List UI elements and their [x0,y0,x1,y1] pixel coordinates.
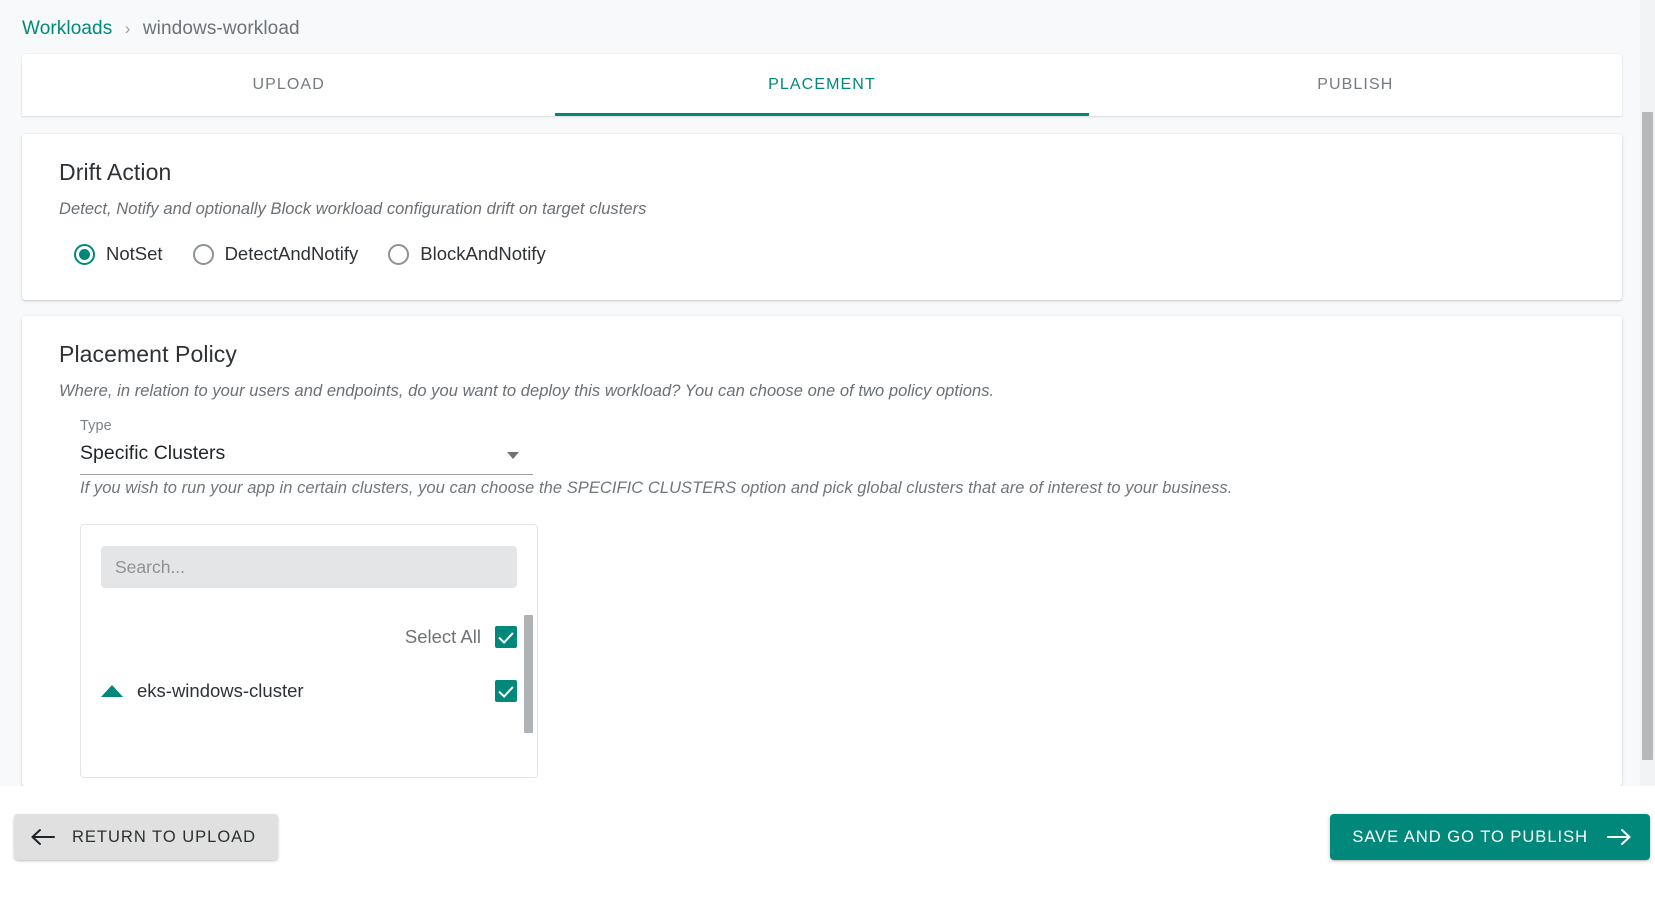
page-scrollbar-thumb[interactable] [1642,112,1653,760]
drift-action-title: Drift Action [59,159,172,185]
page-scrollbar-track[interactable] [1640,0,1655,786]
select-all-row[interactable]: Select All [81,610,537,664]
arrow-left-icon [31,829,55,845]
wizard-tabbar: UPLOAD PLACEMENT PUBLISH [22,54,1622,116]
drift-action-radio-group: NotSet DetectAndNotify BlockAndNotify [22,219,1622,265]
cluster-checkbox[interactable] [495,680,517,702]
placement-type-field: Type Specific Clusters [80,418,533,475]
cluster-search-input[interactable] [101,546,517,588]
chevron-down-icon [507,452,519,459]
radio-label-notset: NotSet [106,243,163,264]
placement-policy-card: Placement Policy Where, in relation to y… [22,316,1622,786]
tab-publish-label: PUBLISH [1317,76,1394,93]
radio-label-detectandnotify: DetectAndNotify [224,243,359,264]
return-to-upload-label: RETURN TO UPLOAD [72,827,257,846]
placement-policy-description: Where, in relation to your users and end… [59,382,995,400]
breadcrumb-current: windows-workload [142,18,300,39]
return-to-upload-button[interactable]: RETURN TO UPLOAD [14,814,279,860]
drift-action-description: Detect, Notify and optionally Block work… [59,200,647,218]
cluster-name: eks-windows-cluster [137,680,304,701]
placement-type-select[interactable]: Specific Clusters [80,442,533,475]
cluster-list: Select All eks-windows-cluster [81,610,537,718]
triangle-up-icon[interactable] [101,685,123,697]
placement-type-label: Type [80,418,112,434]
select-all-label: Select All [404,626,481,647]
breadcrumb-separator-icon: › [124,19,131,38]
save-and-go-to-publish-button[interactable]: SAVE AND GO TO PUBLISH [1330,814,1650,860]
cluster-list-scrollbar[interactable] [524,615,533,733]
radio-option-notset[interactable]: NotSet [74,243,163,265]
placement-page: Workloads › windows-workload UPLOAD PLAC… [0,0,1655,900]
placement-policy-title: Placement Policy [59,341,238,367]
radio-icon-notset [74,243,95,265]
radio-option-detectandnotify[interactable]: DetectAndNotify [192,243,359,265]
tab-placement-label: PLACEMENT [768,76,876,93]
placement-type-value: Specific Clusters [80,442,226,464]
radio-icon-detectandnotify [192,243,214,265]
select-all-checkbox[interactable] [495,626,517,648]
radio-icon-blockandnotify [388,243,410,265]
breadcrumb: Workloads › windows-workload [22,18,300,40]
radio-option-blockandnotify[interactable]: BlockAndNotify [388,243,546,265]
tab-upload[interactable]: UPLOAD [22,54,555,116]
arrow-right-icon [1607,829,1631,845]
tab-placement[interactable]: PLACEMENT [555,54,1089,116]
save-and-go-to-publish-label: SAVE AND GO TO PUBLISH [1352,827,1588,846]
footer-action-bar: RETURN TO UPLOAD SAVE AND GO TO PUBLISH [0,786,1655,900]
cluster-picker: Select All eks-windows-cluster [80,524,538,778]
breadcrumb-link-workloads[interactable]: Workloads [22,18,112,39]
drift-action-card: Drift Action Detect, Notify and optional… [22,134,1622,300]
radio-label-blockandnotify: BlockAndNotify [420,243,546,264]
placement-type-help-text: If you wish to run your app in certain c… [80,479,1233,497]
cluster-row[interactable]: eks-windows-cluster [81,664,537,718]
tab-upload-label: UPLOAD [252,76,325,93]
tab-publish[interactable]: PUBLISH [1089,54,1622,116]
